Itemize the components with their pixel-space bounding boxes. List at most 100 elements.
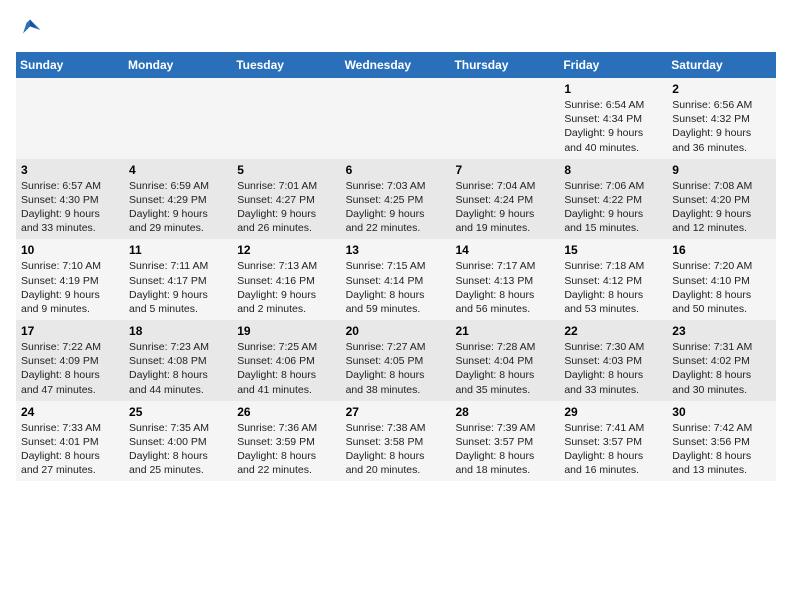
weekday-header: Wednesday [341, 52, 451, 78]
day-number: 20 [346, 324, 446, 338]
day-info: Sunrise: 7:17 AM Sunset: 4:13 PM Dayligh… [455, 259, 554, 316]
day-number: 24 [21, 405, 119, 419]
day-info: Sunrise: 7:33 AM Sunset: 4:01 PM Dayligh… [21, 421, 119, 478]
calendar-cell: 11 Sunrise: 7:11 AM Sunset: 4:17 PM Dayli… [124, 239, 232, 320]
day-number: 19 [237, 324, 335, 338]
day-info: Sunrise: 7:42 AM Sunset: 3:56 PM Dayligh… [672, 421, 771, 478]
weekday-header: Saturday [667, 52, 776, 78]
day-number: 21 [455, 324, 554, 338]
day-info: Sunrise: 7:30 AM Sunset: 4:03 PM Dayligh… [564, 340, 662, 397]
weekday-header: Monday [124, 52, 232, 78]
day-info: Sunrise: 7:39 AM Sunset: 3:57 PM Dayligh… [455, 421, 554, 478]
weekday-header: Friday [559, 52, 667, 78]
day-info: Sunrise: 7:27 AM Sunset: 4:05 PM Dayligh… [346, 340, 446, 397]
day-info: Sunrise: 7:38 AM Sunset: 3:58 PM Dayligh… [346, 421, 446, 478]
day-number: 27 [346, 405, 446, 419]
day-number: 26 [237, 405, 335, 419]
day-info: Sunrise: 7:28 AM Sunset: 4:04 PM Dayligh… [455, 340, 554, 397]
calendar-cell: 14 Sunrise: 7:17 AM Sunset: 4:13 PM Dayli… [450, 239, 559, 320]
calendar-week: 24 Sunrise: 7:33 AM Sunset: 4:01 PM Dayli… [16, 401, 776, 482]
logo-bird-icon [16, 16, 44, 44]
day-info: Sunrise: 7:18 AM Sunset: 4:12 PM Dayligh… [564, 259, 662, 316]
calendar-table: SundayMondayTuesdayWednesdayThursdayFrid… [16, 52, 776, 481]
calendar-body: 1 Sunrise: 6:54 AM Sunset: 4:34 PM Daylig… [16, 78, 776, 481]
calendar-cell: 3 Sunrise: 6:57 AM Sunset: 4:30 PM Daylig… [16, 159, 124, 240]
calendar-cell: 19 Sunrise: 7:25 AM Sunset: 4:06 PM Dayli… [232, 320, 340, 401]
calendar-header: SundayMondayTuesdayWednesdayThursdayFrid… [16, 52, 776, 78]
calendar-cell: 26 Sunrise: 7:36 AM Sunset: 3:59 PM Dayli… [232, 401, 340, 482]
day-number: 23 [672, 324, 771, 338]
calendar-cell: 24 Sunrise: 7:33 AM Sunset: 4:01 PM Dayli… [16, 401, 124, 482]
calendar-cell: 27 Sunrise: 7:38 AM Sunset: 3:58 PM Dayli… [341, 401, 451, 482]
day-info: Sunrise: 7:23 AM Sunset: 4:08 PM Dayligh… [129, 340, 227, 397]
day-number: 30 [672, 405, 771, 419]
calendar-week: 3 Sunrise: 6:57 AM Sunset: 4:30 PM Daylig… [16, 159, 776, 240]
day-info: Sunrise: 7:35 AM Sunset: 4:00 PM Dayligh… [129, 421, 227, 478]
day-number: 6 [346, 163, 446, 177]
calendar-cell [450, 78, 559, 159]
calendar-cell: 12 Sunrise: 7:13 AM Sunset: 4:16 PM Dayli… [232, 239, 340, 320]
calendar-cell: 6 Sunrise: 7:03 AM Sunset: 4:25 PM Daylig… [341, 159, 451, 240]
calendar-cell: 16 Sunrise: 7:20 AM Sunset: 4:10 PM Dayli… [667, 239, 776, 320]
calendar-cell: 5 Sunrise: 7:01 AM Sunset: 4:27 PM Daylig… [232, 159, 340, 240]
day-number: 12 [237, 243, 335, 257]
day-info: Sunrise: 7:36 AM Sunset: 3:59 PM Dayligh… [237, 421, 335, 478]
calendar-week: 17Sunrise: 7:22 AM Sunset: 4:09 PM Dayli… [16, 320, 776, 401]
day-info: Sunrise: 7:22 AM Sunset: 4:09 PM Dayligh… [21, 340, 119, 397]
day-number: 8 [564, 163, 662, 177]
calendar-cell: 23Sunrise: 7:31 AM Sunset: 4:02 PM Dayli… [667, 320, 776, 401]
day-info: Sunrise: 7:20 AM Sunset: 4:10 PM Dayligh… [672, 259, 771, 316]
calendar-cell: 21 Sunrise: 7:28 AM Sunset: 4:04 PM Dayli… [450, 320, 559, 401]
day-number: 28 [455, 405, 554, 419]
day-number: 11 [129, 243, 227, 257]
weekday-header: Tuesday [232, 52, 340, 78]
day-info: Sunrise: 7:41 AM Sunset: 3:57 PM Dayligh… [564, 421, 662, 478]
day-number: 1 [564, 82, 662, 96]
calendar-cell: 8 Sunrise: 7:06 AM Sunset: 4:22 PM Daylig… [559, 159, 667, 240]
weekday-header: Thursday [450, 52, 559, 78]
calendar-week: 1 Sunrise: 6:54 AM Sunset: 4:34 PM Daylig… [16, 78, 776, 159]
weekday-header: Sunday [16, 52, 124, 78]
calendar-cell: 25Sunrise: 7:35 AM Sunset: 4:00 PM Dayli… [124, 401, 232, 482]
day-number: 4 [129, 163, 227, 177]
day-info: Sunrise: 7:03 AM Sunset: 4:25 PM Dayligh… [346, 179, 446, 236]
day-info: Sunrise: 6:54 AM Sunset: 4:34 PM Dayligh… [564, 98, 662, 155]
calendar-cell: 7Sunrise: 7:04 AM Sunset: 4:24 PM Daylig… [450, 159, 559, 240]
day-info: Sunrise: 7:25 AM Sunset: 4:06 PM Dayligh… [237, 340, 335, 397]
day-number: 29 [564, 405, 662, 419]
day-info: Sunrise: 6:56 AM Sunset: 4:32 PM Dayligh… [672, 98, 771, 155]
calendar-cell: 1 Sunrise: 6:54 AM Sunset: 4:34 PM Daylig… [559, 78, 667, 159]
calendar-cell [16, 78, 124, 159]
day-number: 3 [21, 163, 119, 177]
calendar-cell: 17Sunrise: 7:22 AM Sunset: 4:09 PM Dayli… [16, 320, 124, 401]
day-number: 2 [672, 82, 771, 96]
day-number: 9 [672, 163, 771, 177]
day-number: 5 [237, 163, 335, 177]
day-number: 16 [672, 243, 771, 257]
calendar-cell: 2 Sunrise: 6:56 AM Sunset: 4:32 PM Daylig… [667, 78, 776, 159]
day-number: 22 [564, 324, 662, 338]
calendar-cell: 30 Sunrise: 7:42 AM Sunset: 3:56 PM Dayli… [667, 401, 776, 482]
day-number: 13 [346, 243, 446, 257]
calendar-cell: 10Sunrise: 7:10 AM Sunset: 4:19 PM Dayli… [16, 239, 124, 320]
day-info: Sunrise: 7:15 AM Sunset: 4:14 PM Dayligh… [346, 259, 446, 316]
day-info: Sunrise: 6:59 AM Sunset: 4:29 PM Dayligh… [129, 179, 227, 236]
day-info: Sunrise: 7:13 AM Sunset: 4:16 PM Dayligh… [237, 259, 335, 316]
day-number: 15 [564, 243, 662, 257]
day-number: 14 [455, 243, 554, 257]
calendar-cell: 28 Sunrise: 7:39 AM Sunset: 3:57 PM Dayli… [450, 401, 559, 482]
day-info: Sunrise: 7:08 AM Sunset: 4:20 PM Dayligh… [672, 179, 771, 236]
day-info: Sunrise: 7:06 AM Sunset: 4:22 PM Dayligh… [564, 179, 662, 236]
day-number: 18 [129, 324, 227, 338]
day-number: 7 [455, 163, 554, 177]
day-info: Sunrise: 7:11 AM Sunset: 4:17 PM Dayligh… [129, 259, 227, 316]
day-info: Sunrise: 6:57 AM Sunset: 4:30 PM Dayligh… [21, 179, 119, 236]
calendar-week: 10Sunrise: 7:10 AM Sunset: 4:19 PM Dayli… [16, 239, 776, 320]
day-info: Sunrise: 7:01 AM Sunset: 4:27 PM Dayligh… [237, 179, 335, 236]
calendar-cell [124, 78, 232, 159]
calendar-cell: 22 Sunrise: 7:30 AM Sunset: 4:03 PM Dayli… [559, 320, 667, 401]
calendar-cell: 4 Sunrise: 6:59 AM Sunset: 4:29 PM Daylig… [124, 159, 232, 240]
calendar-cell: 15 Sunrise: 7:18 AM Sunset: 4:12 PM Dayli… [559, 239, 667, 320]
day-number: 10 [21, 243, 119, 257]
calendar-cell [232, 78, 340, 159]
